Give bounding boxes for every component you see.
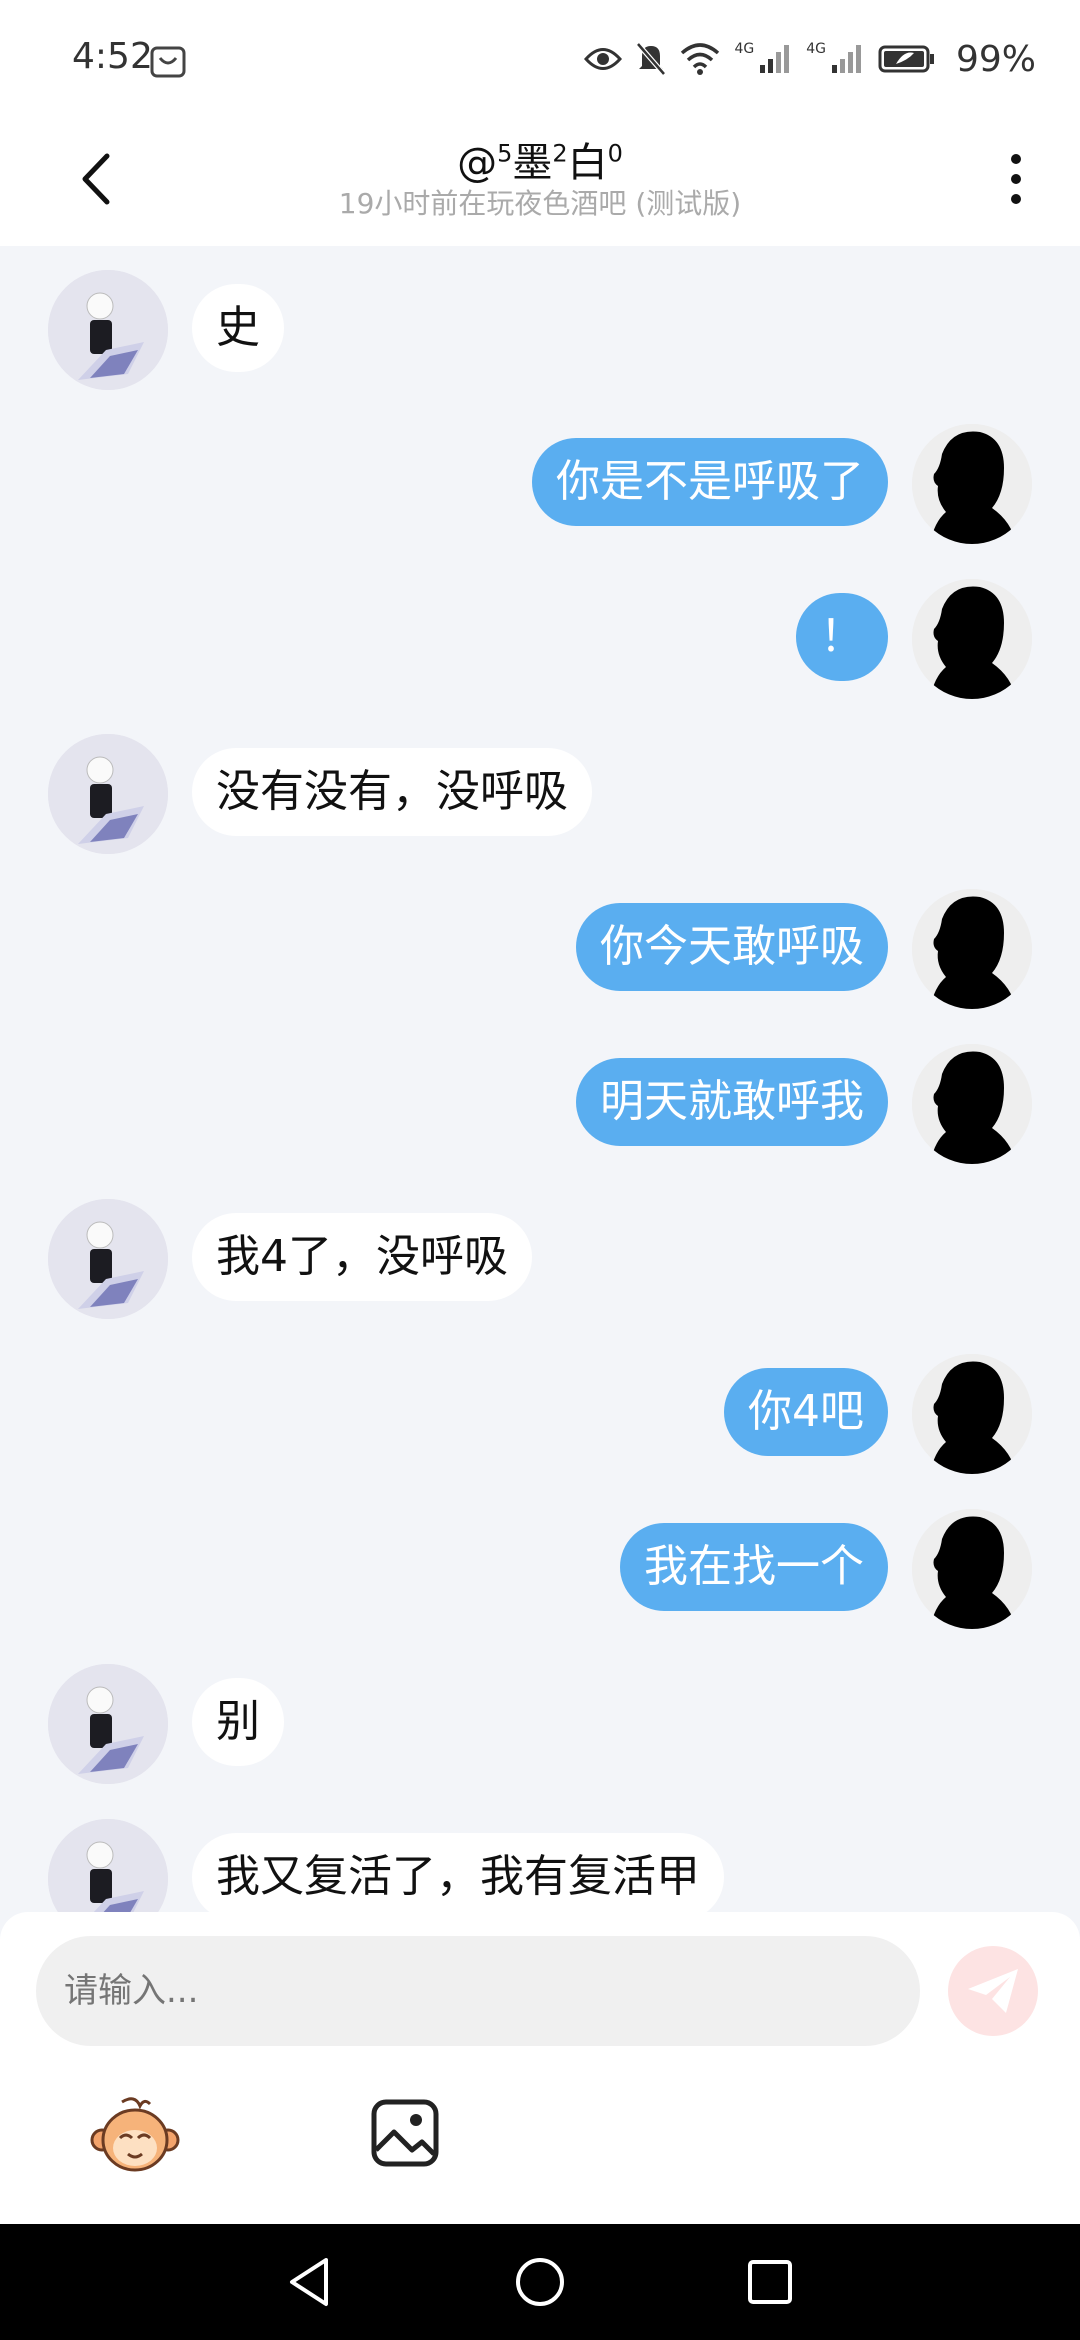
message-bubble-sent[interactable]: 你是不是呼吸了: [532, 438, 888, 526]
title-sup-3: 0: [607, 139, 623, 168]
message-bubble-received[interactable]: 我4了，没呼吸: [192, 1213, 532, 1301]
message-bubble-received[interactable]: 史: [192, 284, 284, 372]
contact-avatar[interactable]: [48, 270, 168, 390]
message-row: 你4吧: [0, 1354, 1080, 1484]
message-bubble-sent[interactable]: 明天就敢呼我: [576, 1058, 888, 1146]
title-part-2: 白: [567, 140, 608, 186]
composer: [0, 1912, 1080, 2224]
message-row: 明天就敢呼我: [0, 1044, 1080, 1174]
more-options-button[interactable]: [988, 144, 1044, 214]
status-bar: 4:52 4G 4G 99%: [0, 0, 1080, 120]
avatar-silhouette-icon: [912, 889, 1032, 1009]
contact-status: 19小时前在玩夜色酒吧 (测试版): [338, 187, 742, 220]
avatar-silhouette-icon: [912, 1044, 1032, 1164]
image-icon: [371, 2099, 439, 2167]
monkey-emoji-icon: [90, 2097, 180, 2172]
user-avatar[interactable]: [912, 579, 1032, 699]
message-bubble-sent[interactable]: 我在找一个: [620, 1523, 888, 1611]
user-avatar[interactable]: [912, 889, 1032, 1009]
network-type-left: 4G: [734, 41, 755, 57]
avatar-figure-icon: [48, 1199, 168, 1319]
title-sup-2: 2: [552, 139, 568, 168]
message-row: 我4了，没呼吸: [0, 1199, 1080, 1329]
status-icons: 4G 4G 99%: [584, 34, 1036, 84]
message-bubble-sent[interactable]: ！: [796, 593, 888, 681]
send-icon: [968, 1969, 1018, 2013]
send-button[interactable]: [948, 1946, 1038, 2036]
chat-header: @5墨2白0 19小时前在玩夜色酒吧 (测试版): [0, 120, 1080, 246]
wifi-icon: [681, 43, 720, 75]
nav-back-icon[interactable]: [280, 2252, 340, 2312]
title-sup-1: 5: [497, 139, 513, 168]
image-button[interactable]: [370, 2098, 440, 2168]
message-row: 没有没有，没呼吸: [0, 734, 1080, 864]
eye-icon: [584, 48, 623, 70]
message-bubble-received[interactable]: 别: [192, 1678, 284, 1766]
emoji-button[interactable]: [90, 2092, 180, 2182]
contact-avatar[interactable]: [48, 1664, 168, 1784]
message-row: ！: [0, 579, 1080, 709]
avatar-silhouette-icon: [912, 424, 1032, 544]
message-list[interactable]: 史 你是不是呼吸了 ！ 没有没有，没呼吸 你今天敢呼吸 明天就敢呼我 我4了，没…: [0, 246, 1080, 1912]
chat-screen: 4:52 4G 4G 99% @5墨2白0 19小时前在玩夜色酒吧 (测试版) …: [0, 0, 1080, 2340]
avatar-figure-icon: [48, 1664, 168, 1784]
network-type-right: 4G: [806, 41, 826, 57]
app-notification-icon: [150, 46, 186, 78]
message-row: 我又复活了，我有复活甲: [0, 1819, 1080, 1912]
message-bubble-sent[interactable]: 你4吧: [724, 1368, 888, 1456]
message-row: 别: [0, 1664, 1080, 1794]
avatar-silhouette-icon: [912, 1354, 1032, 1474]
contact-name: @5墨2白0: [0, 130, 1080, 188]
message-row: 你今天敢呼吸: [0, 889, 1080, 1019]
nav-home-icon[interactable]: [510, 2252, 570, 2312]
message-bubble-sent[interactable]: 你今天敢呼吸: [576, 903, 888, 991]
avatar-silhouette-icon: [912, 1509, 1032, 1629]
mute-bell-icon: [636, 42, 667, 76]
system-nav-bar: [0, 2224, 1080, 2340]
signal-icon: [760, 45, 790, 73]
user-avatar[interactable]: [912, 1354, 1032, 1474]
user-avatar[interactable]: [912, 1044, 1032, 1164]
message-bubble-received[interactable]: 我又复活了，我有复活甲: [192, 1833, 724, 1912]
contact-avatar[interactable]: [48, 1819, 168, 1912]
status-time: 4:52: [72, 36, 153, 77]
battery-icon: [878, 45, 934, 73]
message-bubble-received[interactable]: 没有没有，没呼吸: [192, 748, 592, 836]
title-part-1: 墨: [512, 140, 553, 186]
user-avatar[interactable]: [912, 1509, 1032, 1629]
avatar-figure-icon: [48, 1819, 168, 1912]
battery-percent: 99%: [955, 38, 1036, 80]
avatar-figure-icon: [48, 270, 168, 390]
avatar-silhouette-icon: [912, 579, 1032, 699]
message-row: 史: [0, 270, 1080, 400]
signal-icon-2: [831, 45, 861, 73]
message-row: 你是不是呼吸了: [0, 424, 1080, 554]
nav-recents-icon[interactable]: [740, 2252, 800, 2312]
message-input[interactable]: [36, 1936, 920, 2046]
contact-avatar[interactable]: [48, 1199, 168, 1319]
contact-avatar[interactable]: [48, 734, 168, 854]
more-vertical-icon: [1011, 154, 1021, 204]
user-avatar[interactable]: [912, 424, 1032, 544]
avatar-figure-icon: [48, 734, 168, 854]
message-row: 我在找一个: [0, 1509, 1080, 1639]
title-prefix: @: [457, 140, 498, 186]
